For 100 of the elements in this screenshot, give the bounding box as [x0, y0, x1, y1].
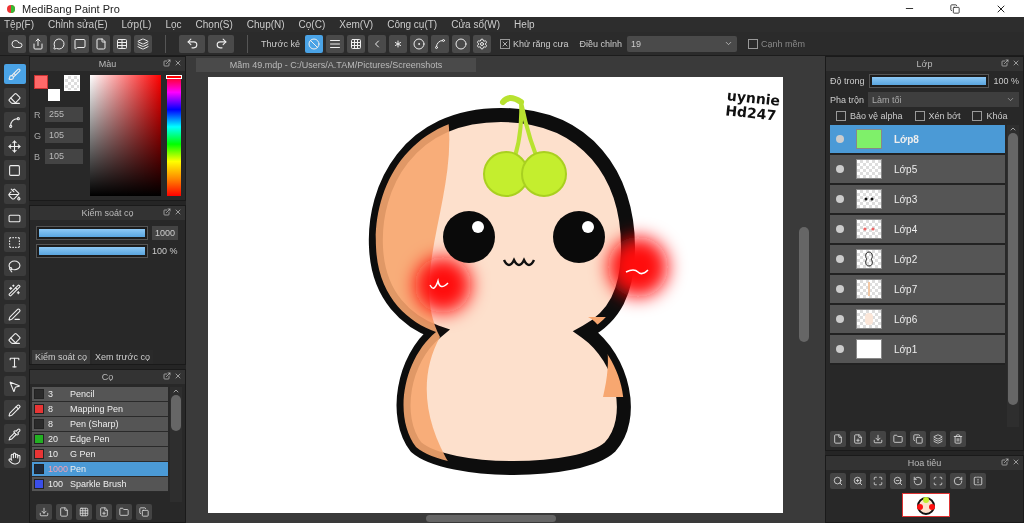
visibility-toggle[interactable] [836, 225, 844, 233]
file-plus-icon[interactable] [850, 431, 866, 447]
checkbox[interactable] [914, 111, 925, 121]
hand-icon[interactable] [3, 448, 26, 468]
settings-icon[interactable] [472, 34, 491, 53]
curve-icon[interactable] [3, 112, 26, 132]
visibility-toggle[interactable] [836, 195, 844, 203]
menu-item[interactable]: Lọc [165, 19, 182, 30]
copy-icon[interactable] [136, 504, 152, 520]
panel-tab[interactable]: Kiểm soát cọ [32, 350, 91, 364]
scrollbar[interactable] [170, 387, 182, 502]
magic-wand-icon[interactable] [3, 280, 26, 300]
popout-icon[interactable] [163, 372, 171, 380]
menu-item[interactable]: Tệp(F) [4, 19, 34, 30]
eraser-icon[interactable] [3, 88, 26, 108]
chevron-icon[interactable] [367, 34, 386, 53]
file-icon[interactable] [56, 504, 72, 520]
fit-screen-icon[interactable] [870, 473, 886, 489]
popout-icon[interactable] [1001, 458, 1009, 466]
download-icon[interactable] [36, 504, 52, 520]
menu-item[interactable]: Xem(V) [339, 19, 374, 30]
speech-bubble-icon[interactable] [50, 34, 68, 53]
layer-item[interactable]: Lớp5 [830, 155, 1005, 185]
menu-item[interactable]: Chụp(N) [246, 19, 285, 30]
pattern-icon[interactable] [76, 504, 92, 520]
undo-icon[interactable] [179, 34, 205, 53]
visibility-toggle[interactable] [836, 165, 844, 173]
checkbox[interactable] [499, 38, 510, 49]
brush-list-item[interactable]: 8 Mapping Pen [32, 402, 168, 417]
merge-icon[interactable] [930, 431, 946, 447]
popout-icon[interactable] [163, 208, 171, 216]
blend-select[interactable]: Làm tối [868, 92, 1019, 107]
search-icon[interactable] [830, 473, 846, 489]
layer-item[interactable]: Lớp2 [830, 245, 1005, 275]
layer-item[interactable]: Lớp4 [830, 215, 1005, 245]
bucket-icon[interactable] [3, 184, 26, 204]
move-icon[interactable] [3, 136, 26, 156]
menu-item[interactable]: Công cụ(T) [387, 19, 438, 30]
menu-item[interactable]: Lớp(L) [121, 19, 152, 30]
rotate-left-icon[interactable] [910, 473, 926, 489]
visibility-toggle[interactable] [836, 315, 844, 323]
layer-item[interactable]: Lớp3 [830, 185, 1005, 215]
foreground-swatch[interactable] [34, 75, 48, 89]
layer-item[interactable]: Lớp1 [830, 335, 1005, 365]
pencil-icon[interactable] [3, 400, 26, 420]
background-swatch[interactable] [48, 89, 60, 101]
file-icon[interactable] [92, 34, 110, 53]
scan-icon[interactable] [930, 473, 946, 489]
brush-list-item[interactable]: 20 Edge Pen [32, 432, 168, 447]
flip-icon[interactable] [970, 473, 986, 489]
zoom-in-icon[interactable] [850, 473, 866, 489]
file-icon[interactable] [830, 431, 846, 447]
brush-list-item[interactable]: 3 Pencil [32, 387, 168, 402]
folder-icon[interactable] [890, 431, 906, 447]
brush-icon[interactable] [3, 64, 26, 84]
menu-item[interactable]: Cọ(C) [298, 19, 326, 30]
channel-field[interactable]: 255 [45, 107, 83, 122]
download-icon[interactable] [870, 431, 886, 447]
brush-list-item[interactable]: 10 G Pen [32, 447, 168, 462]
brush-size-field[interactable]: 1000 [152, 226, 179, 240]
visibility-toggle[interactable] [836, 135, 844, 143]
close-icon[interactable] [174, 208, 182, 216]
lasso-icon[interactable] [3, 256, 26, 276]
menu-item[interactable]: Chọn(S) [195, 19, 233, 30]
close-icon[interactable] [1012, 59, 1020, 67]
close-icon[interactable] [174, 372, 182, 380]
popout-icon[interactable] [163, 59, 171, 67]
eyedropper-icon[interactable] [3, 424, 26, 444]
menu-item[interactable]: Cửa sổ(W) [451, 19, 501, 30]
brush-list-item[interactable]: 8 Pen (Sharp) [32, 417, 168, 432]
folder-icon[interactable] [116, 504, 132, 520]
lines-icon[interactable] [325, 34, 344, 53]
pointer-icon[interactable] [3, 376, 26, 396]
dashed-square-icon[interactable] [3, 232, 26, 252]
asterisk-icon[interactable] [388, 34, 407, 53]
channel-field[interactable]: 105 [45, 149, 83, 164]
rotate-right-icon[interactable] [950, 473, 966, 489]
visibility-toggle[interactable] [836, 345, 844, 353]
panel-tab[interactable]: Xem trước cọ [92, 350, 153, 364]
scroll-up-icon[interactable] [1009, 125, 1017, 133]
text-icon[interactable] [3, 352, 26, 372]
redo-icon[interactable] [208, 34, 234, 53]
scrollbar[interactable] [1007, 125, 1019, 427]
layers-icon[interactable] [134, 34, 152, 53]
ban-icon[interactable] [304, 34, 323, 53]
target-icon[interactable] [409, 34, 428, 53]
slider-thumb[interactable] [166, 75, 182, 79]
visibility-toggle[interactable] [836, 285, 844, 293]
layer-item[interactable]: Lớp6 [830, 305, 1005, 335]
color-picker[interactable] [90, 75, 161, 196]
table-icon[interactable] [113, 34, 131, 53]
checkbox[interactable] [972, 111, 983, 121]
share-icon[interactable] [29, 34, 47, 53]
checkbox[interactable] [748, 38, 759, 49]
square-icon[interactable] [3, 160, 26, 180]
close-icon[interactable] [1012, 458, 1020, 466]
scroll-up-icon[interactable] [172, 387, 180, 395]
gradient-icon[interactable] [3, 208, 26, 228]
menu-item[interactable]: Help [514, 19, 535, 30]
document-tab[interactable]: Mầm 49.mdp - C:/Users/A.TAM/Pictures/Screenshots [196, 58, 476, 72]
